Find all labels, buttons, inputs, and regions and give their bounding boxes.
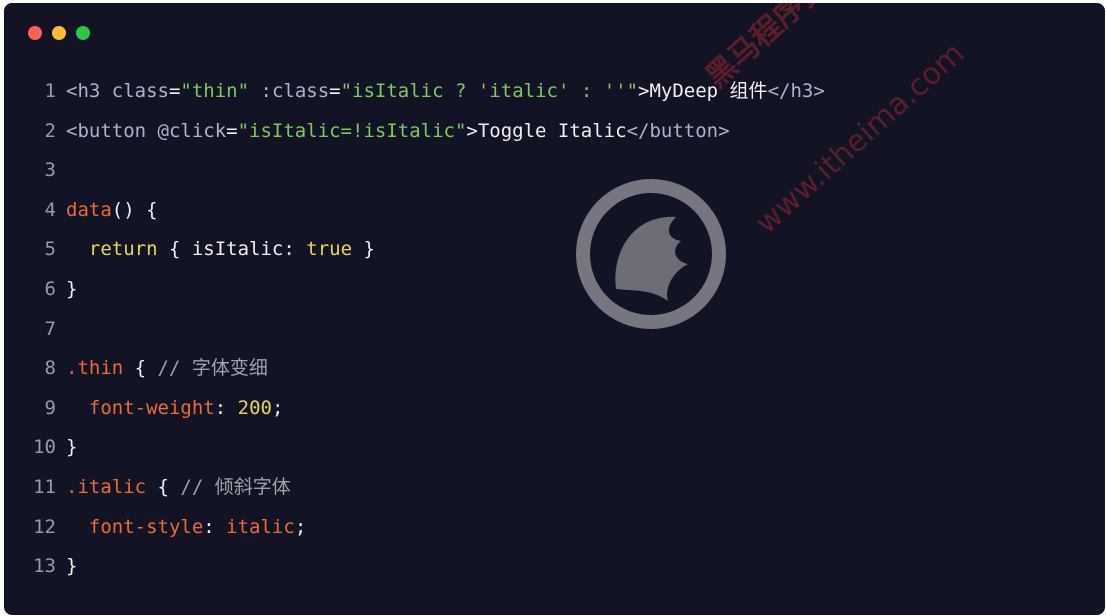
code-token: }	[66, 555, 78, 578]
code-token: "isItalic=!isItalic"	[237, 119, 467, 142]
code-token: .thin	[66, 357, 124, 380]
code-line: 12 font-style: italic;	[4, 508, 825, 548]
code-token: :class	[260, 80, 330, 102]
code-token: ;	[271, 396, 284, 419]
code-token: // 倾斜字体	[180, 475, 291, 498]
line-number: 6	[44, 277, 56, 300]
code-token: <button	[66, 119, 158, 142]
code-window: 1 <h3 class="thin" :class="isItalic ? 'it…	[4, 3, 1105, 615]
code-line: 1 <h3 class="thin" :class="isItalic ? 'it…	[4, 72, 825, 112]
code-token: () {	[111, 198, 158, 221]
watermark-logo-icon	[576, 179, 726, 329]
minimize-dot-icon	[52, 26, 66, 40]
maximize-dot-icon	[76, 26, 90, 40]
code-token: .italic	[66, 475, 147, 498]
code-token: "thin"	[180, 80, 250, 102]
line-number: 8	[44, 357, 56, 380]
line-number: 1	[44, 80, 56, 102]
code-token: :	[203, 515, 227, 538]
code-token: {	[123, 357, 158, 380]
code-token: </h3>	[767, 80, 825, 102]
code-token: }	[66, 277, 78, 300]
line-number: 9	[44, 396, 56, 419]
code-token: class	[111, 80, 169, 102]
code-token: =	[329, 80, 341, 102]
code-token: }	[352, 238, 375, 261]
code-token: @click	[157, 119, 227, 142]
code-token: font-weight	[88, 396, 215, 419]
code-line: 13}	[4, 547, 825, 587]
code-token: // 字体变细	[157, 357, 268, 380]
code-token: MyDeep 组件	[649, 80, 768, 102]
code-token: Toggle Italic	[477, 119, 627, 142]
code-token: { isItalic:	[157, 238, 307, 261]
line-number: 11	[33, 475, 56, 498]
code-token: font-style	[88, 515, 204, 538]
code-line: 8 .thin { // 字体变细	[4, 349, 825, 389]
code-token: "isItalic ? 'italic' : ''"	[340, 80, 639, 102]
line-number: 13	[33, 555, 56, 578]
code-token: <h3	[66, 80, 112, 102]
line-number: 4	[44, 198, 56, 221]
code-block: 1 <h3 class="thin" :class="isItalic ? 'it…	[4, 72, 825, 587]
line-number: 10	[33, 436, 56, 459]
code-token: return	[88, 238, 158, 261]
close-dot-icon	[28, 26, 42, 40]
code-token: =	[226, 119, 238, 142]
line-number: 7	[44, 317, 56, 340]
code-token: </button>	[626, 119, 730, 142]
code-token: italic	[226, 515, 295, 538]
line-number: 3	[44, 159, 56, 182]
code-token: 200	[237, 396, 272, 419]
code-token: >	[638, 80, 650, 102]
code-token: data	[66, 198, 112, 221]
line-number: 2	[44, 119, 56, 142]
code-token: ;	[294, 515, 307, 538]
code-token: =	[168, 80, 181, 102]
code-token: }	[66, 436, 78, 459]
code-token: >	[466, 119, 478, 142]
code-line: 2 <button @click="isItalic=!isItalic">Tog…	[4, 112, 825, 152]
window-controls	[28, 26, 90, 40]
code-token: true	[306, 238, 353, 261]
code-line: 11 .italic { // 倾斜字体	[4, 468, 825, 508]
code-token: :	[214, 396, 238, 419]
line-number: 12	[33, 515, 56, 538]
code-line: 10}	[4, 428, 825, 468]
code-line: 9 font-weight: 200;	[4, 389, 825, 429]
line-number: 5	[44, 238, 56, 261]
code-token: {	[146, 475, 181, 498]
